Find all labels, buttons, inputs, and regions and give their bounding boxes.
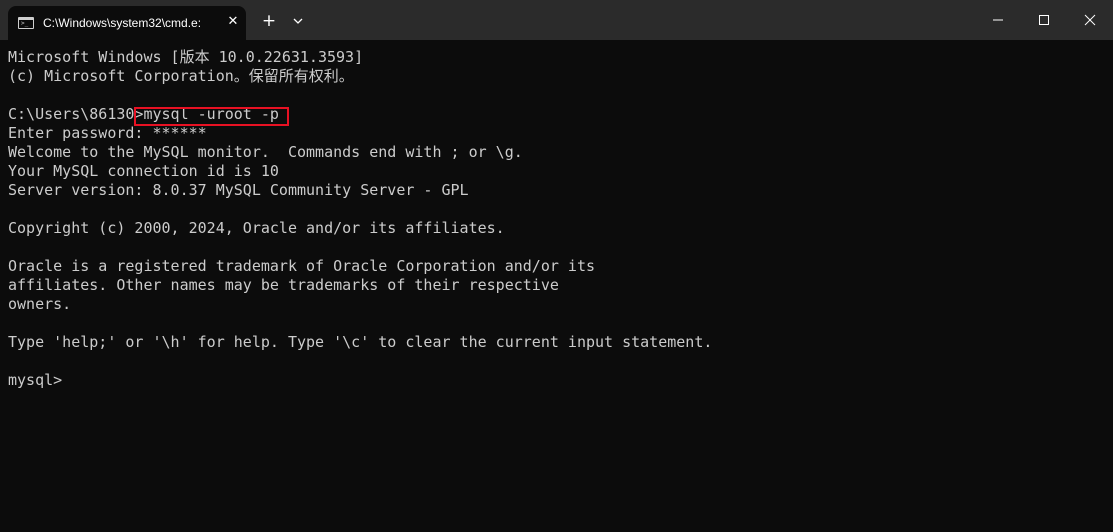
minimize-icon <box>993 19 1003 21</box>
tab-cmd[interactable]: >_ C:\Windows\system32\cmd.e: ✕ <box>8 6 246 40</box>
terminal-line: Copyright (c) 2000, 2024, Oracle and/or … <box>8 219 505 237</box>
terminal-line: Oracle is a registered trademark of Orac… <box>8 257 595 275</box>
terminal-prompt: mysql> <box>8 371 63 389</box>
chevron-down-icon <box>293 18 303 24</box>
maximize-icon <box>1039 15 1049 25</box>
terminal-line: owners. <box>8 295 72 313</box>
terminal-output[interactable]: Microsoft Windows [版本 10.0.22631.3593] (… <box>8 48 1108 390</box>
terminal-line: C:\Users\86130>mysql -uroot -p <box>8 105 279 123</box>
title-bar[interactable]: >_ C:\Windows\system32\cmd.e: ✕ + <box>0 0 1113 40</box>
maximize-button[interactable] <box>1021 0 1067 40</box>
terminal-line: Type 'help;' or '\h' for help. Type '\c'… <box>8 333 713 351</box>
terminal-line: Your MySQL connection id is 10 <box>8 162 279 180</box>
terminal-line: Enter password: ****** <box>8 124 207 142</box>
terminal-line: (c) Microsoft Corporation。保留所有权利。 <box>8 67 354 85</box>
close-icon <box>1084 14 1096 26</box>
tab-dropdown-button[interactable] <box>289 12 307 30</box>
cmd-icon: >_ <box>18 17 34 29</box>
new-tab-button[interactable]: + <box>259 11 279 31</box>
terminal-line: Microsoft Windows [版本 10.0.22631.3593] <box>8 48 364 66</box>
terminal-line: Server version: 8.0.37 MySQL Community S… <box>8 181 469 199</box>
close-tab-button[interactable]: ✕ <box>224 13 242 31</box>
minimize-button[interactable] <box>975 0 1021 40</box>
close-window-button[interactable] <box>1067 0 1113 40</box>
terminal-line: affiliates. Other names may be trademark… <box>8 276 559 294</box>
tab-title: C:\Windows\system32\cmd.e: <box>43 16 202 30</box>
terminal-line: Welcome to the MySQL monitor. Commands e… <box>8 143 523 161</box>
terminal-window: >_ C:\Windows\system32\cmd.e: ✕ + Micros… <box>0 0 1113 532</box>
